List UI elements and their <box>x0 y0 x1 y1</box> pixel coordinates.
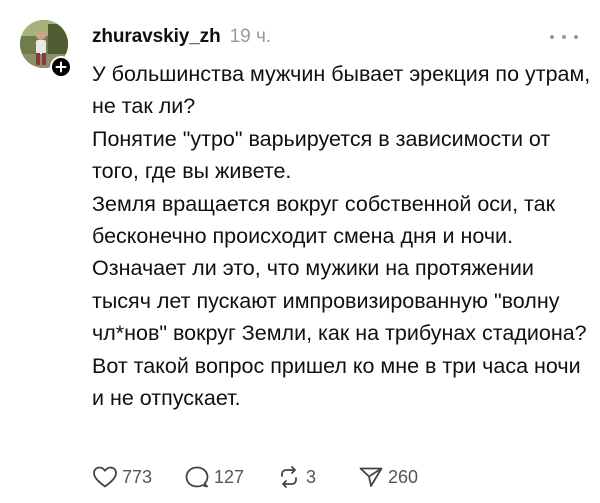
more-dots-icon <box>550 35 554 39</box>
reply-button[interactable]: 127 <box>184 465 276 489</box>
repost-count: 3 <box>306 466 317 487</box>
action-bar: 773 127 3 260 <box>92 462 418 492</box>
share-button[interactable]: 260 <box>358 465 418 489</box>
like-count: 773 <box>122 466 153 487</box>
follow-button[interactable] <box>50 56 72 78</box>
repost-button[interactable]: 3 <box>276 465 358 489</box>
post-body: У большинства мужчин бывает эрекция по у… <box>92 58 592 414</box>
post-paragraph: Земля вращается вокруг собственной оси, … <box>92 191 555 249</box>
more-options-button[interactable] <box>550 28 578 46</box>
post-header: zhuravskiy_zh 19 ч. <box>92 22 580 52</box>
post-time: 19 ч. <box>229 26 272 47</box>
speech-bubble-icon <box>185 466 209 488</box>
repost-arrows-icon <box>281 466 297 488</box>
post-paragraph: У большинства мужчин бывает эрекция по у… <box>92 62 591 119</box>
reply-count: 127 <box>214 466 245 487</box>
username[interactable]: zhuravskiy_zh <box>92 26 221 48</box>
avatar-container[interactable] <box>20 20 74 78</box>
heart-icon <box>93 466 117 488</box>
post-paragraph: Понятие "утро" варьируется в зависимости… <box>92 126 551 184</box>
post-paragraph: Означает ли это, что мужики на протяжени… <box>92 256 587 411</box>
like-button[interactable]: 773 <box>92 465 184 489</box>
plus-icon <box>55 61 67 73</box>
paper-plane-icon <box>359 467 383 487</box>
share-count: 260 <box>388 466 419 487</box>
